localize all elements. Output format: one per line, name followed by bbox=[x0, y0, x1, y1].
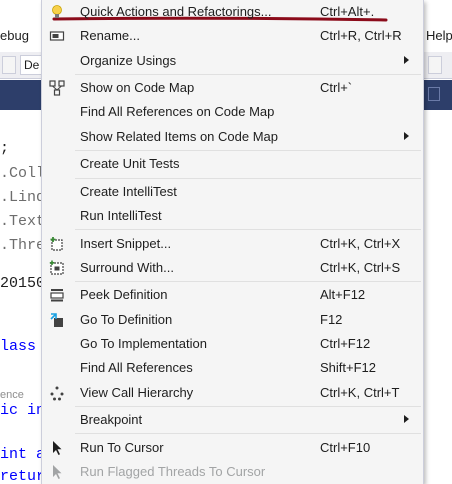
code-line-11: retur bbox=[0, 468, 45, 484]
menu-item-organize-usings[interactable]: Organize Usings bbox=[42, 49, 423, 73]
submenu-arrow-icon bbox=[404, 132, 409, 140]
surround-with-icon bbox=[49, 260, 65, 276]
toolbar-button[interactable] bbox=[2, 56, 16, 74]
menu-item-label: Peek Definition bbox=[80, 287, 168, 302]
code-line-1: ; bbox=[0, 140, 9, 157]
code-line-7: lass bbox=[0, 338, 36, 355]
menubar-debug-fragment[interactable]: ebug bbox=[0, 28, 29, 43]
menu-item-label: Find All References on Code Map bbox=[80, 104, 275, 119]
menu-separator bbox=[75, 433, 421, 434]
menu-item-label: Create Unit Tests bbox=[80, 156, 180, 171]
menu-item-label: Run Flagged Threads To Cursor bbox=[80, 464, 266, 479]
menu-item-run-to-cursor[interactable]: Run To Cursor Ctrl+F10 bbox=[42, 436, 423, 460]
go-to-definition-icon bbox=[49, 312, 65, 328]
lightbulb-icon bbox=[49, 4, 65, 20]
menu-item-find-all-references[interactable]: Find All References Shift+F12 bbox=[42, 356, 423, 380]
menu-item-label: Find All References bbox=[80, 360, 193, 375]
menu-separator bbox=[75, 406, 421, 407]
menu-separator bbox=[75, 229, 421, 230]
menu-item-label: Show Related Items on Code Map bbox=[80, 129, 278, 144]
menu-item-label: Rename... bbox=[80, 28, 140, 43]
code-token: .Linq bbox=[0, 189, 46, 206]
menu-item-label: Quick Actions and Refactorings... bbox=[80, 4, 272, 19]
peek-definition-icon bbox=[49, 287, 65, 303]
menu-item-show-on-code-map[interactable]: Show on Code Map Ctrl+` bbox=[42, 76, 423, 100]
code-map-icon bbox=[49, 80, 65, 96]
submenu-arrow-icon bbox=[404, 56, 409, 64]
menu-item-label: Create IntelliTest bbox=[80, 184, 177, 199]
menu-item-label: Go To Definition bbox=[80, 312, 173, 327]
code-token: lass bbox=[0, 338, 37, 355]
run-flagged-threads-icon bbox=[49, 464, 65, 480]
menu-item-label: Show on Code Map bbox=[80, 80, 195, 95]
menu-item-shortcut: Ctrl+Alt+. bbox=[320, 4, 375, 19]
menu-item-go-to-definition[interactable]: Go To Definition F12 bbox=[42, 308, 423, 332]
menu-item-create-intellitest[interactable]: Create IntelliTest bbox=[42, 180, 423, 204]
menu-separator bbox=[75, 178, 421, 179]
menu-item-rename[interactable]: Rename... Ctrl+R, Ctrl+R bbox=[42, 24, 423, 48]
toolbar-button[interactable] bbox=[428, 56, 442, 74]
menu-item-shortcut: Ctrl+R, Ctrl+R bbox=[320, 28, 402, 43]
run-to-cursor-icon bbox=[49, 440, 65, 456]
code-token: .Text bbox=[0, 213, 46, 230]
menu-item-go-to-implementation[interactable]: Go To Implementation Ctrl+F12 bbox=[42, 332, 423, 356]
call-hierarchy-icon bbox=[49, 385, 65, 401]
menu-item-run-intellitest[interactable]: Run IntelliTest bbox=[42, 204, 423, 228]
context-menu: Quick Actions and Refactorings... Ctrl+Al… bbox=[41, 0, 424, 484]
code-line-3: .Linq bbox=[0, 189, 45, 206]
menu-item-shortcut: Ctrl+K, Ctrl+T bbox=[320, 385, 400, 400]
submenu-arrow-icon bbox=[404, 415, 409, 423]
code-token: ic in bbox=[0, 402, 46, 419]
code-line-5: .Thre bbox=[0, 237, 45, 254]
menu-item-insert-snippet[interactable]: Insert Snippet... Ctrl+K, Ctrl+X bbox=[42, 232, 423, 256]
menu-item-label: Breakpoint bbox=[80, 412, 143, 427]
menu-item-create-unit-tests[interactable]: Create Unit Tests bbox=[42, 152, 423, 176]
menu-item-view-call-hierarchy[interactable]: View Call Hierarchy Ctrl+K, Ctrl+T bbox=[42, 381, 423, 405]
menu-separator bbox=[75, 150, 421, 151]
menu-item-label: Insert Snippet... bbox=[80, 236, 172, 251]
code-line-9: ic in bbox=[0, 402, 45, 419]
menu-item-shortcut: F12 bbox=[320, 312, 343, 327]
code-line-8: ence bbox=[0, 386, 24, 403]
code-token: ence bbox=[0, 389, 24, 401]
menu-item-label: Organize Usings bbox=[80, 53, 177, 68]
menu-item-label: Go To Implementation bbox=[80, 336, 207, 351]
rename-icon bbox=[49, 28, 65, 44]
insert-snippet-icon bbox=[49, 236, 65, 252]
menu-item-find-refs-code-map[interactable]: Find All References on Code Map bbox=[42, 100, 423, 124]
menu-item-label: Run To Cursor bbox=[80, 440, 164, 455]
code-token: .Coll bbox=[0, 165, 46, 182]
menubar-help-fragment[interactable]: Help bbox=[426, 28, 452, 43]
code-token: .Thre bbox=[0, 237, 46, 254]
menu-item-shortcut: Ctrl+F10 bbox=[320, 440, 371, 455]
menu-item-run-flagged-threads: Run Flagged Threads To Cursor bbox=[42, 460, 423, 484]
menu-item-label: View Call Hierarchy bbox=[80, 385, 194, 400]
menu-item-shortcut: Ctrl+F12 bbox=[320, 336, 371, 351]
code-line-6: 20150 bbox=[0, 275, 45, 292]
menu-item-breakpoint[interactable]: Breakpoint bbox=[42, 408, 423, 432]
menu-item-quick-actions[interactable]: Quick Actions and Refactorings... Ctrl+Al… bbox=[42, 0, 423, 24]
menu-item-shortcut: Shift+F12 bbox=[320, 360, 377, 375]
menu-item-shortcut: Alt+F12 bbox=[320, 287, 366, 302]
code-token: 20150 bbox=[0, 275, 46, 292]
code-line-10: int a bbox=[0, 446, 45, 463]
menu-item-label: Surround With... bbox=[80, 260, 174, 275]
tab-dropdown-button[interactable] bbox=[428, 87, 440, 101]
menu-separator bbox=[75, 74, 421, 75]
menu-item-surround-with[interactable]: Surround With... Ctrl+K, Ctrl+S bbox=[42, 256, 423, 280]
menu-item-label: Run IntelliTest bbox=[80, 208, 162, 223]
menu-separator bbox=[75, 281, 421, 282]
menu-item-shortcut: Ctrl+K, Ctrl+S bbox=[320, 260, 401, 275]
code-token: int a bbox=[0, 446, 46, 463]
code-line-2: .Coll bbox=[0, 165, 45, 182]
code-token: ; bbox=[0, 140, 10, 157]
menu-item-shortcut: Ctrl+` bbox=[320, 80, 353, 95]
menu-item-shortcut: Ctrl+K, Ctrl+X bbox=[320, 236, 401, 251]
code-token: retur bbox=[0, 468, 46, 484]
menu-item-peek-definition[interactable]: Peek Definition Alt+F12 bbox=[42, 283, 423, 307]
code-line-4: .Text bbox=[0, 213, 45, 230]
menu-item-show-related-code-map[interactable]: Show Related Items on Code Map bbox=[42, 125, 423, 149]
